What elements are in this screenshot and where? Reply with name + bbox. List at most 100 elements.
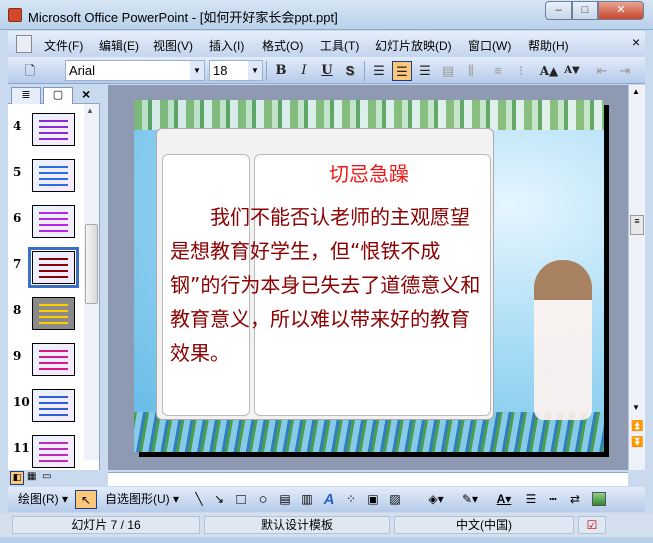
minimize-button[interactable]: ‒ bbox=[545, 1, 572, 20]
draw-menu[interactable]: 绘图(R) ▾ bbox=[18, 490, 68, 509]
pane-close-button[interactable]: × bbox=[82, 86, 90, 102]
status-bar: 幻灯片 7 / 16 默认设计模板 中文(中国) ☑ bbox=[0, 513, 653, 537]
decrease-indent-icon[interactable]: ⇤ bbox=[592, 61, 612, 81]
font-color-icon[interactable]: A▾ bbox=[490, 490, 518, 509]
slide-editing-area: 切忌急躁 我们不能否认老师的主观愿望是想教育好学生，但“恨铁不成钢”的行为本身已… bbox=[108, 85, 628, 470]
design-template[interactable]: 默认设计模板 bbox=[204, 516, 390, 534]
draw-menu-label: 绘图(R) bbox=[18, 492, 59, 506]
italic-button[interactable]: I bbox=[294, 61, 314, 81]
slide-counter: 幻灯片 7 / 16 bbox=[12, 516, 200, 534]
menu-slideshow[interactable]: 幻灯片放映(D) bbox=[375, 37, 452, 54]
previous-slide-icon[interactable]: ⏫ bbox=[631, 421, 643, 432]
menu-window[interactable]: 窗口(W) bbox=[468, 37, 511, 54]
slideshow-icon[interactable]: ▭ bbox=[42, 471, 51, 482]
slide-thumbnail[interactable] bbox=[32, 389, 75, 422]
arrow-style-icon[interactable]: ⇄ bbox=[566, 490, 584, 509]
arrow-icon[interactable]: ↘ bbox=[210, 490, 228, 509]
vertical-textbox-icon[interactable]: ▥ bbox=[298, 490, 316, 509]
textbox-icon[interactable]: ▤ bbox=[276, 490, 294, 509]
menu-edit[interactable]: 编辑(E) bbox=[99, 37, 139, 54]
separator bbox=[364, 61, 365, 81]
font-size-value: 18 bbox=[213, 63, 228, 78]
line-style-icon[interactable]: ☰ bbox=[522, 490, 540, 509]
font-name-value: Arial bbox=[69, 63, 96, 78]
slide-title[interactable]: 切忌急躁 bbox=[134, 158, 484, 187]
increase-indent-icon[interactable]: ⇥ bbox=[615, 61, 635, 81]
slides-pane-scrollbar[interactable]: ▲ bbox=[84, 104, 99, 460]
slide-thumbnail[interactable] bbox=[32, 297, 75, 330]
language-status: 中文(中国) bbox=[394, 516, 574, 534]
leaves-decoration bbox=[134, 100, 604, 130]
slide-thumbnail[interactable] bbox=[32, 113, 75, 146]
autoshapes-menu[interactable]: 自选图形(U) ▾ bbox=[105, 490, 179, 509]
notes-pane[interactable] bbox=[108, 472, 628, 486]
shadow-button[interactable]: S bbox=[340, 61, 360, 81]
tab-outline[interactable]: ≣ bbox=[11, 87, 41, 104]
close-button[interactable]: ✕ bbox=[598, 1, 644, 20]
slide-body-text[interactable]: 我们不能否认老师的主观愿望是想教育好学生，但“恨铁不成钢”的行为本身已失去了道德… bbox=[170, 200, 488, 370]
slide-thumbnail[interactable] bbox=[32, 205, 75, 238]
spelling-check-icon[interactable]: ☑ bbox=[578, 516, 606, 534]
tab-slides[interactable]: ▢ bbox=[43, 87, 73, 104]
diagram-icon[interactable]: ⁘ bbox=[342, 490, 360, 509]
scroll-thumb[interactable] bbox=[85, 224, 98, 304]
drawing-toolbar: 绘图(R) ▾ ↖ 自选图形(U) ▾ ╲ ↘ □ ○ ▤ ▥ A ⁘ ▣ ▨ … bbox=[8, 487, 645, 512]
line-color-icon[interactable]: ✎▾ bbox=[456, 490, 484, 509]
oval-icon[interactable]: ○ bbox=[254, 490, 272, 509]
maximize-button[interactable]: □ bbox=[572, 1, 598, 20]
slide-number: 6 bbox=[13, 211, 22, 225]
slide-number: 11 bbox=[13, 441, 30, 455]
scroll-up-icon[interactable]: ▲ bbox=[86, 106, 94, 115]
distribute-icon[interactable]: ▤ bbox=[438, 61, 458, 81]
slide-number: 7 bbox=[13, 257, 22, 271]
normal-view-icon[interactable]: ◧ bbox=[10, 471, 24, 485]
numbering-icon[interactable]: ≡ bbox=[488, 61, 508, 81]
slide-thumbnail[interactable] bbox=[28, 247, 79, 288]
increase-font-button[interactable]: A▲ bbox=[539, 61, 559, 81]
font-size-select[interactable]: 18 ▼ bbox=[209, 60, 263, 81]
pane-tabs: ≣ ▢ × bbox=[8, 85, 100, 104]
picture-icon[interactable]: ▨ bbox=[386, 490, 404, 509]
menu-close-button[interactable]: × bbox=[632, 34, 640, 50]
decrease-font-button[interactable]: A▼ bbox=[562, 61, 582, 81]
wordart-icon[interactable]: A bbox=[320, 490, 338, 509]
line-icon[interactable]: ╲ bbox=[190, 490, 208, 509]
dash-style-icon[interactable]: ┅ bbox=[544, 490, 562, 509]
text-direction-icon[interactable]: ⫼ bbox=[461, 61, 481, 81]
view-buttons: ◧ ▦ ▭ bbox=[8, 470, 100, 486]
font-name-select[interactable]: Arial ▼ bbox=[65, 60, 205, 81]
menu-insert[interactable]: 插入(I) bbox=[209, 37, 244, 54]
menu-tools[interactable]: 工具(T) bbox=[320, 37, 359, 54]
underline-button[interactable]: U bbox=[317, 61, 337, 81]
slide-number: 5 bbox=[13, 165, 22, 179]
rectangle-icon[interactable]: □ bbox=[232, 490, 250, 509]
menu-format[interactable]: 格式(O) bbox=[262, 37, 303, 54]
slide-thumbnail[interactable] bbox=[32, 435, 75, 468]
fill-color-icon[interactable]: ◈▾ bbox=[422, 490, 450, 509]
menu-help[interactable]: 帮助(H) bbox=[528, 37, 569, 54]
clipart-icon[interactable]: ▣ bbox=[364, 490, 382, 509]
menu-file[interactable]: 文件(F) bbox=[44, 37, 83, 54]
3d-style-icon[interactable] bbox=[592, 492, 606, 506]
align-center-icon[interactable]: ☰ bbox=[392, 61, 412, 81]
next-slide-icon[interactable]: ⏬ bbox=[631, 437, 643, 448]
scroll-down-icon[interactable]: ▼ bbox=[632, 403, 640, 412]
chevron-down-icon: ▼ bbox=[248, 61, 262, 80]
align-left-icon[interactable]: ☰ bbox=[369, 61, 389, 81]
slide-sorter-icon[interactable]: ▦ bbox=[27, 471, 36, 482]
editing-vertical-scrollbar[interactable]: ▲ ≡ ▼ ⏫ ⏬ bbox=[628, 85, 645, 470]
align-right-icon[interactable]: ☰ bbox=[415, 61, 435, 81]
scroll-up-icon[interactable]: ▲ bbox=[632, 87, 640, 96]
girl-illustration bbox=[534, 260, 592, 420]
powerpoint-app-icon bbox=[8, 8, 22, 22]
slide-canvas[interactable]: 切忌急躁 我们不能否认老师的主观愿望是想教育好学生，但“恨铁不成钢”的行为本身已… bbox=[134, 100, 604, 452]
bold-button[interactable]: B bbox=[271, 61, 291, 81]
scroll-thumb[interactable]: ≡ bbox=[630, 215, 644, 235]
title-bar: Microsoft Office PowerPoint - [如何开好家长会pp… bbox=[0, 0, 653, 30]
menu-view[interactable]: 视图(V) bbox=[153, 37, 193, 54]
slide-thumbnail[interactable] bbox=[32, 343, 75, 376]
new-document-icon[interactable]: 🗋 bbox=[20, 61, 40, 81]
slide-thumbnail[interactable] bbox=[32, 159, 75, 192]
bullets-icon[interactable]: ⁝ bbox=[511, 61, 531, 81]
select-objects-icon[interactable]: ↖ bbox=[75, 490, 97, 509]
